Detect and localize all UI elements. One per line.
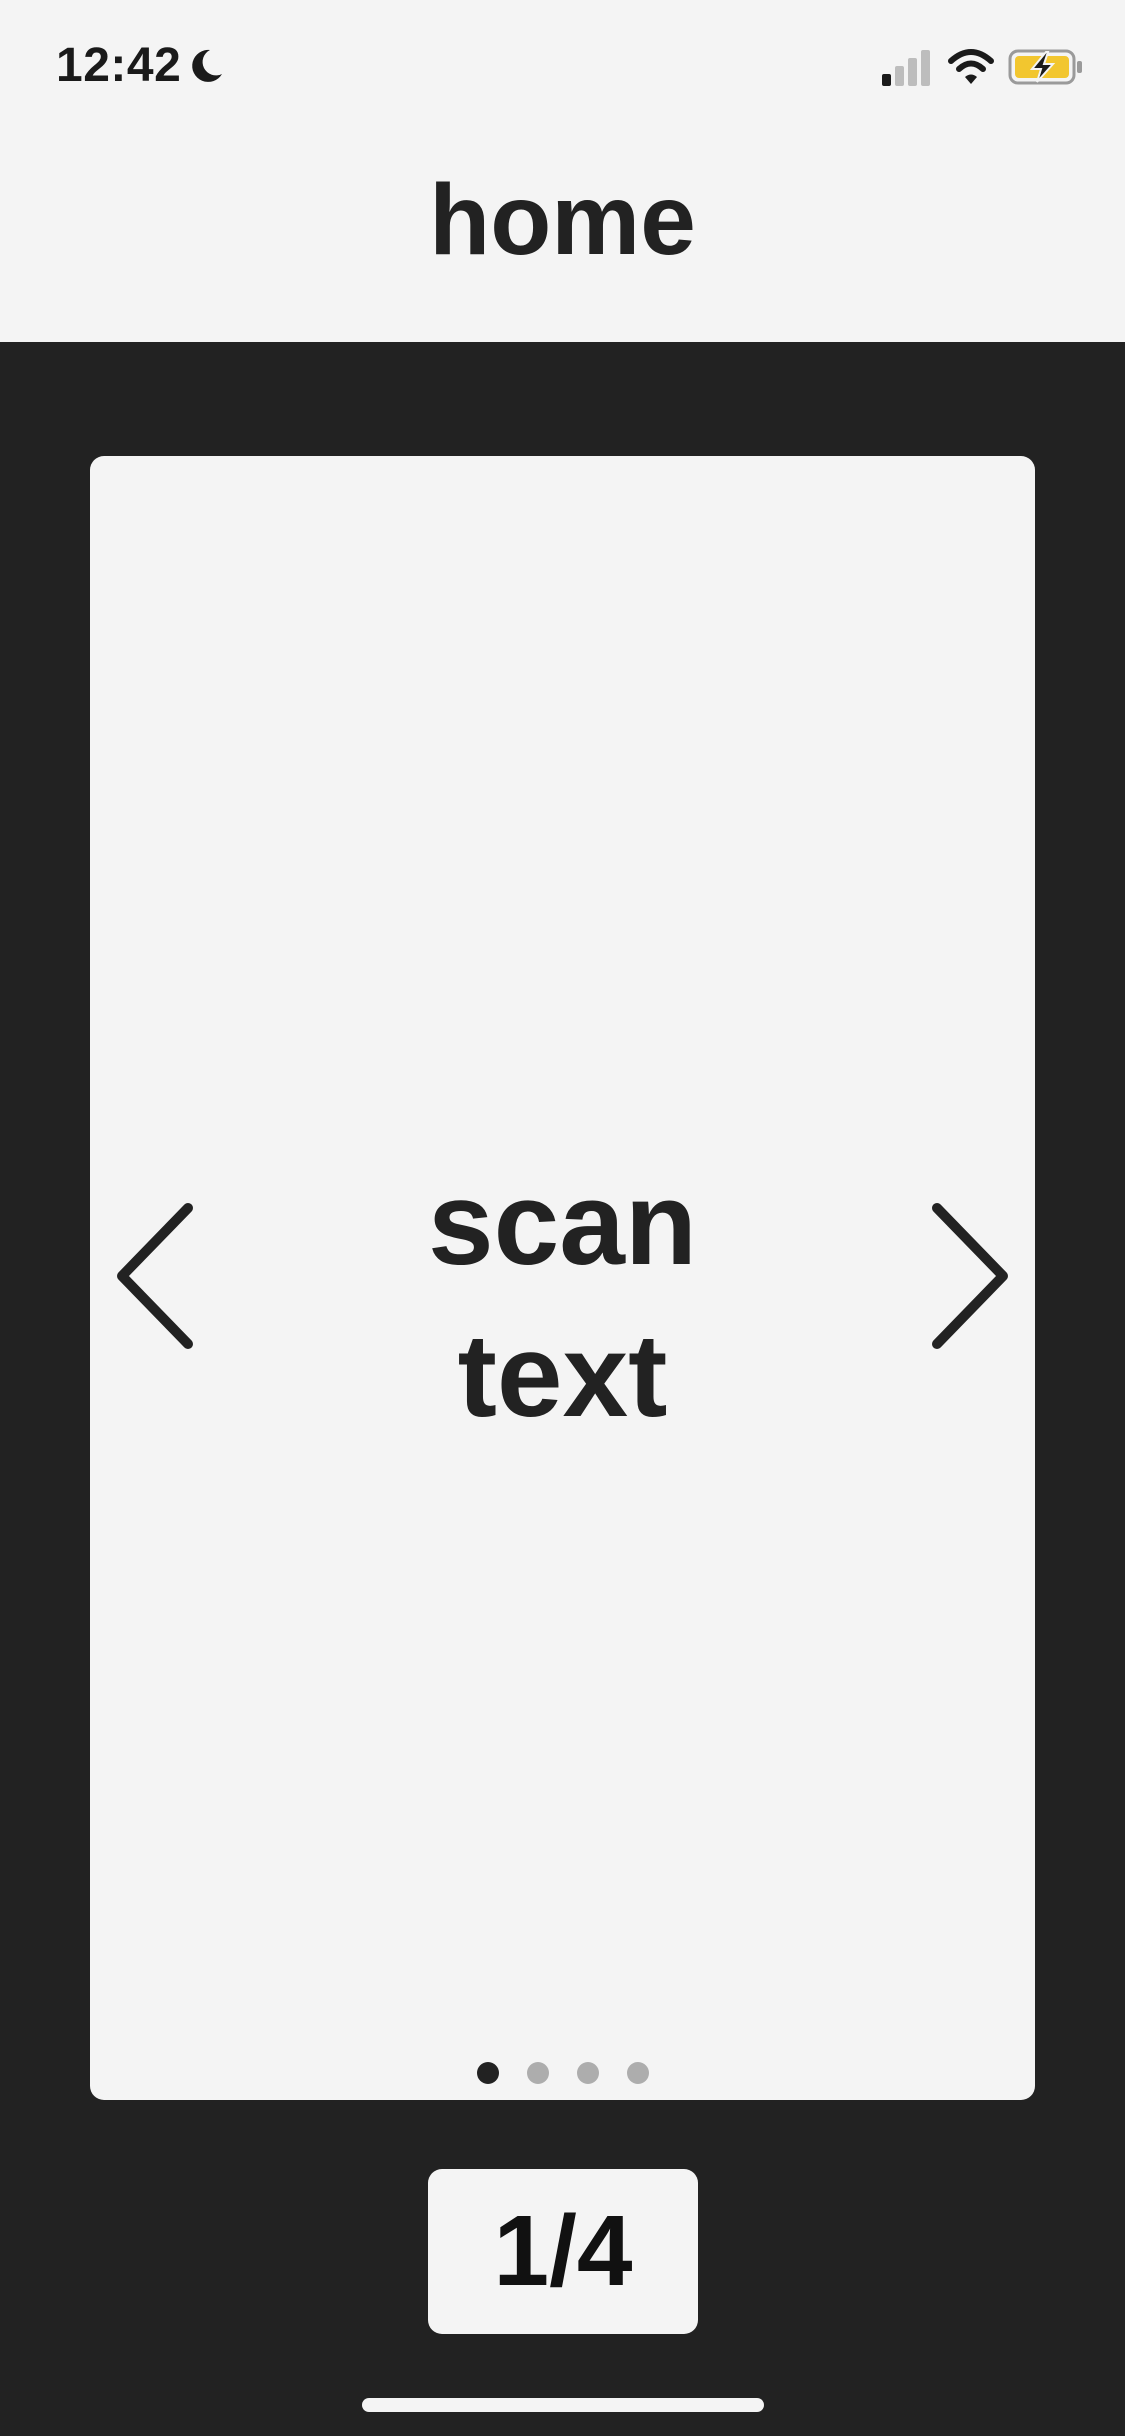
- page-title: home: [429, 164, 696, 276]
- pagination-dot[interactable]: [476, 2062, 499, 2084]
- slide-title-line-1: scan: [428, 1158, 697, 1290]
- pagination-dots: [90, 2062, 1035, 2086]
- moon-icon: [192, 49, 222, 82]
- pagination-dot[interactable]: [576, 2062, 599, 2084]
- cellular-signal-icon: [882, 50, 930, 86]
- wifi-icon: [948, 49, 994, 84]
- slide-title: scan text: [90, 1148, 1035, 1452]
- screen: 12:42 home scan text 1/4: [0, 0, 1125, 2436]
- carousel-slide[interactable]: scan text: [90, 456, 1035, 2100]
- home-indicator[interactable]: [362, 2398, 764, 2412]
- battery-charging-icon: [1008, 49, 1082, 85]
- pagination-dot[interactable]: [626, 2062, 649, 2084]
- pagination-dot[interactable]: [526, 2062, 549, 2084]
- status-time: 12:42: [56, 39, 182, 92]
- slide-title-line-2: text: [457, 1310, 668, 1442]
- page-counter: 1/4: [428, 2169, 698, 2334]
- chevron-right-icon[interactable]: [915, 1196, 1015, 1356]
- top-bar: 12:42 home: [0, 0, 1125, 342]
